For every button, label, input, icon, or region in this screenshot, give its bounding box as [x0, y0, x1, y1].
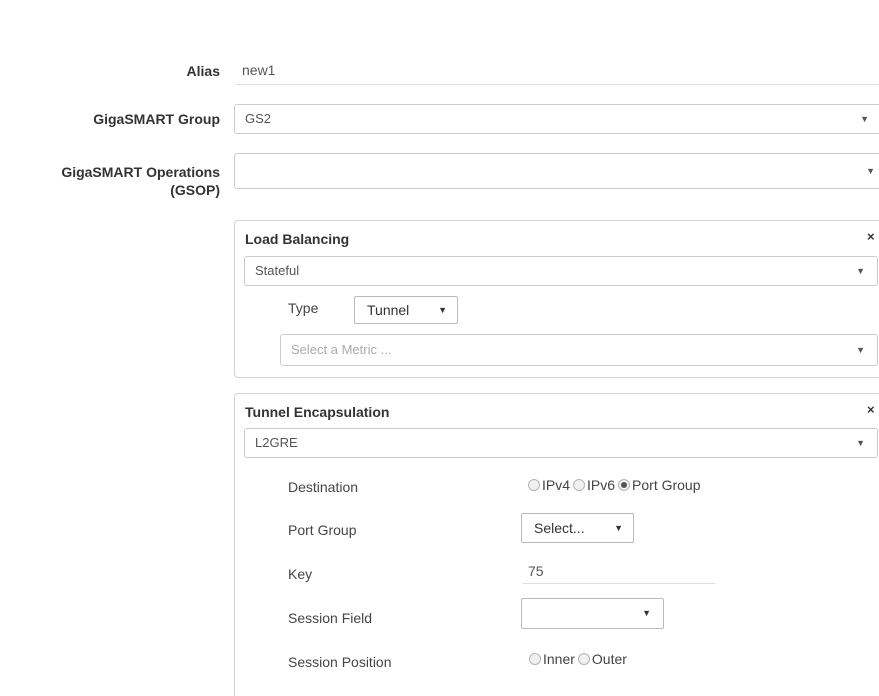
tunnel-protocol-value: L2GRE	[255, 435, 298, 450]
radio-inner[interactable]: Inner	[529, 651, 575, 667]
radio-outer-label: Outer	[591, 651, 627, 667]
gsop-label-line1: GigaSMART Operations	[61, 164, 220, 180]
load-balancing-title: Load Balancing	[245, 231, 350, 247]
tunnel-encapsulation-title: Tunnel Encapsulation	[245, 404, 390, 420]
radio-outer[interactable]: Outer	[577, 651, 627, 667]
port-group-label: Port Group	[288, 522, 357, 538]
key-label: Key	[288, 566, 313, 582]
chevron-down-icon: ▼	[642, 608, 651, 618]
gsop-label: GigaSMART Operations (GSOP)	[0, 163, 220, 199]
destination-radio-group: IPv4 IPv6 Port Group	[528, 477, 704, 493]
session-field-label: Session Field	[288, 610, 373, 626]
metric-placeholder: Select a Metric ...	[291, 342, 392, 357]
radio-unchecked-icon	[528, 479, 540, 491]
type-value: Tunnel	[367, 302, 410, 318]
radio-unchecked-icon	[529, 653, 541, 665]
load-balancing-mode-value: Stateful	[255, 263, 300, 278]
alias-input[interactable]: new1	[236, 57, 879, 85]
metric-select[interactable]: Select a Metric ... ▼	[280, 334, 878, 366]
gigasmart-group-value: GS2	[245, 111, 272, 126]
radio-port-group-label: Port Group	[632, 477, 701, 493]
radio-unchecked-icon	[577, 653, 590, 665]
destination-label: Destination	[288, 479, 359, 495]
alias-label: Alias	[186, 63, 220, 79]
chevron-down-icon: ▼	[856, 438, 865, 448]
chevron-down-icon: ▼	[438, 305, 447, 315]
session-position-radio-group: Inner Outer	[529, 651, 630, 667]
type-select[interactable]: Tunnel ▼	[354, 296, 458, 324]
port-group-select[interactable]: Select... ▼	[521, 513, 634, 543]
load-balancing-close-icon[interactable]: ×	[867, 229, 875, 244]
chevron-down-icon: ▼	[614, 523, 623, 533]
key-input[interactable]: 75	[523, 558, 715, 584]
radio-ipv4-label: IPv4	[542, 477, 571, 493]
chevron-down-icon: ▼	[866, 166, 875, 176]
tunnel-protocol-select[interactable]: L2GRE ▼	[244, 428, 878, 458]
radio-inner-label: Inner	[543, 651, 575, 667]
gigasmart-group-select[interactable]: GS2 ▼	[234, 104, 879, 134]
radio-ipv6[interactable]: IPv6	[573, 477, 615, 493]
session-field-select[interactable]: ▼	[521, 598, 664, 629]
chevron-down-icon: ▼	[860, 114, 869, 124]
load-balancing-mode-select[interactable]: Stateful ▼	[244, 256, 878, 286]
gsop-label-line2: (GSOP)	[170, 182, 220, 198]
gsop-select[interactable]: ▼	[234, 153, 879, 189]
radio-port-group[interactable]: Port Group	[618, 477, 701, 493]
chevron-down-icon: ▼	[856, 266, 865, 276]
port-group-value: Select...	[534, 520, 585, 536]
chevron-down-icon: ▼	[856, 345, 865, 355]
gigasmart-group-label: GigaSMART Group	[93, 111, 220, 127]
radio-ipv4[interactable]: IPv4	[528, 477, 570, 493]
radio-checked-icon	[618, 479, 631, 491]
tunnel-encapsulation-close-icon[interactable]: ×	[867, 402, 875, 417]
radio-ipv6-label: IPv6	[587, 477, 616, 493]
session-position-label: Session Position	[288, 654, 392, 670]
radio-unchecked-icon	[573, 479, 586, 491]
type-label: Type	[288, 300, 319, 316]
